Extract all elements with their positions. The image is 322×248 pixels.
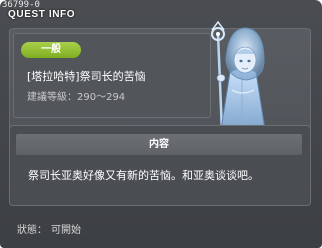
hooded-priestess-icon	[211, 20, 267, 137]
category-badge: 一般	[21, 42, 81, 58]
quest-status: 狀態： 可開始	[17, 221, 81, 236]
quest-info-window: 36799-0 QUEST INFO 一般 [塔拉哈特]祭司长的苦恼 建議等級：…	[0, 0, 322, 248]
status-value: 可開始	[51, 225, 81, 236]
level-requirement: 建議等級：290～294	[27, 92, 126, 103]
status-label: 狀態：	[17, 225, 47, 236]
window-title[interactable]: QUEST INFO	[8, 9, 75, 23]
content-header: 内容	[16, 134, 302, 155]
quest-name: [塔拉哈特]祭司长的苦恼	[27, 70, 146, 83]
content-text: 祭司长亚奥好像又有新的苦恼。和亚奥谈谈吧。	[28, 169, 259, 182]
